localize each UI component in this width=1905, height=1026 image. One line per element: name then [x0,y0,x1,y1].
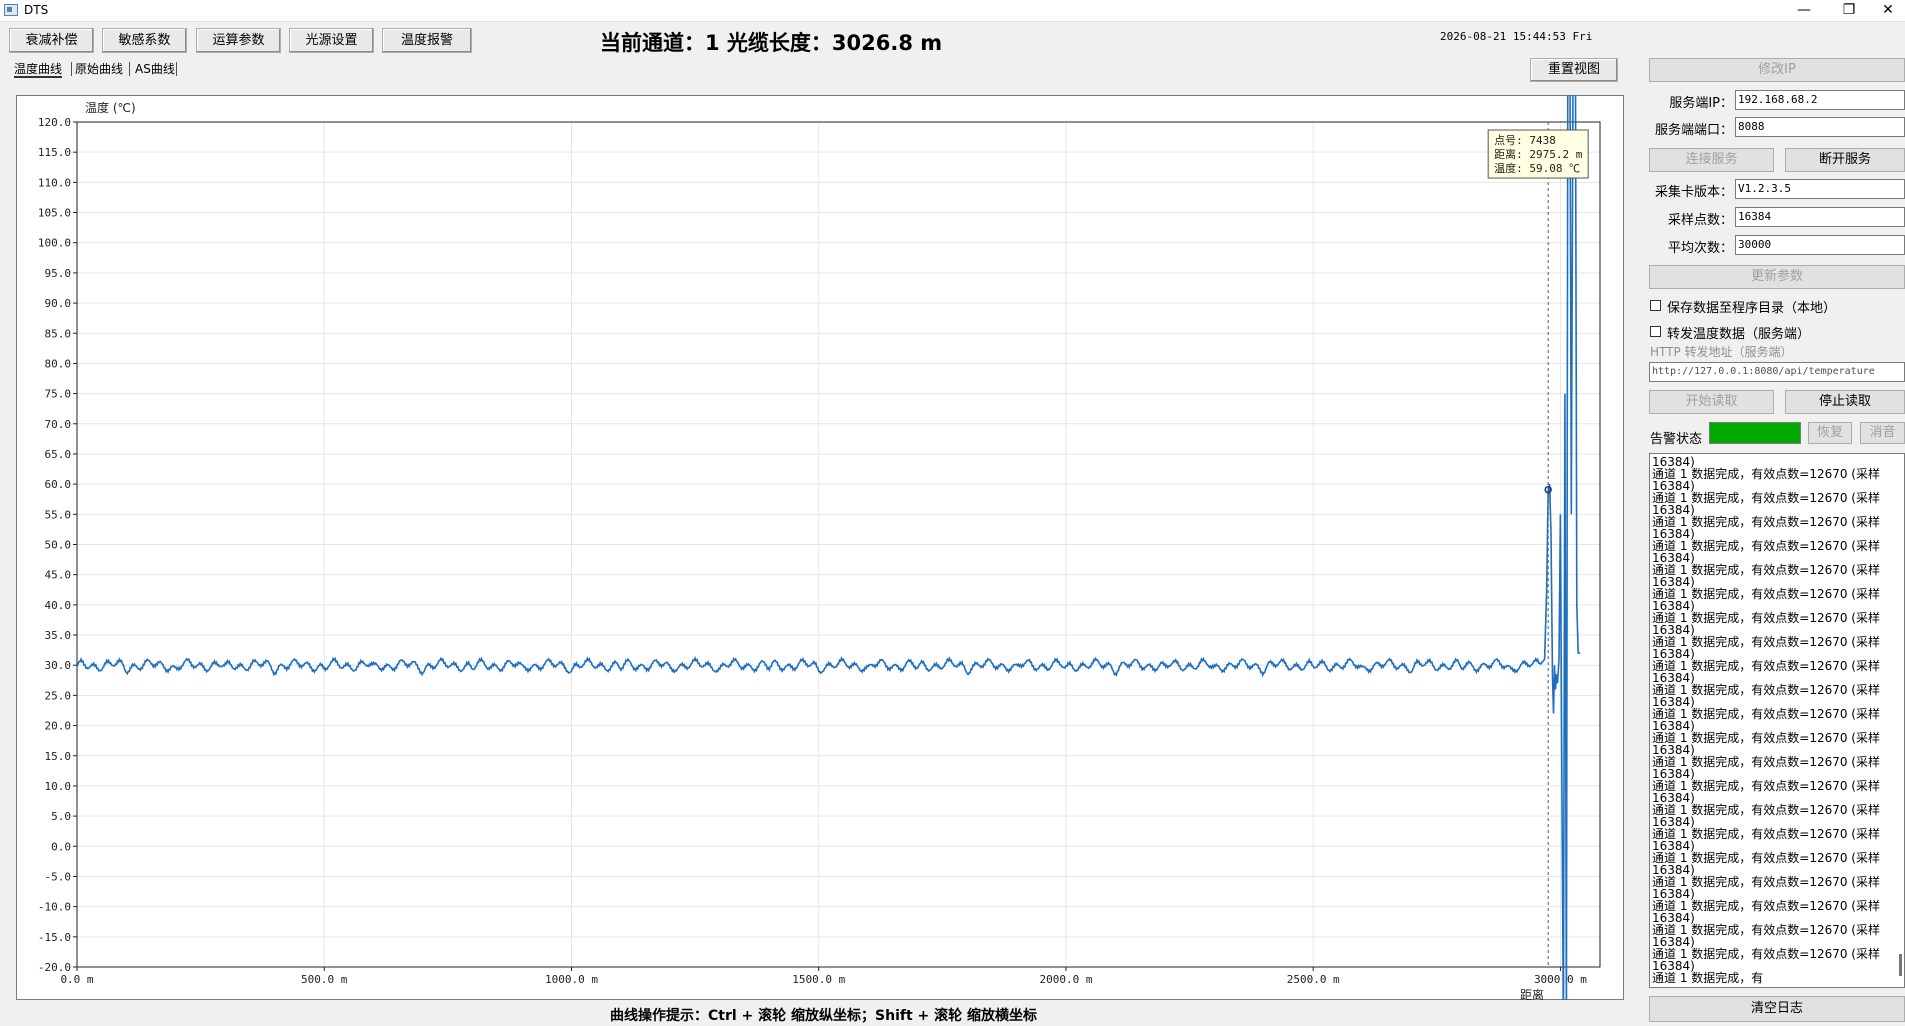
tooltip-line: 温度: 59.08 ℃ [1494,161,1580,175]
tab-raw-curve[interactable]: 原始曲线 [75,60,123,78]
y-tick-label: 85.0 [45,327,72,340]
attenuation-compensation-button[interactable]: 衰减补偿 [9,28,94,53]
tab-separator [129,62,130,76]
server-port-label: 服务端端口： [1654,123,1733,138]
reset-view-button[interactable]: 重置视图 [1530,58,1618,82]
app-icon [4,4,18,16]
y-tick-label: 40.0 [45,599,72,612]
chart-operation-hint: 曲线操作提示：Ctrl + 滚轮 缩放纵坐标；Shift + 滚轮 缩放横坐标 [610,1008,1038,1024]
y-tick-label: 105.0 [38,207,71,220]
y-tick-label: 100.0 [38,237,71,250]
temperature-series-line [77,95,1581,1000]
forward-temp-checkbox[interactable] [1650,326,1661,337]
minimize-button[interactable]: — [1781,0,1827,22]
y-tick-label: 35.0 [45,629,72,642]
http-url-input[interactable]: http://127.0.0.1:8080/api/temperature [1649,362,1905,382]
temperature-chart[interactable]: -20.0-15.0-10.0-5.00.05.010.015.020.025.… [16,95,1624,1000]
y-tick-label: 110.0 [38,176,71,189]
y-tick-label: 60.0 [45,478,72,491]
y-tick-label: 115.0 [38,146,71,159]
average-count-input[interactable]: 30000 [1735,235,1905,255]
y-tick-label: 5.0 [51,810,71,823]
modify-ip-button[interactable]: 修改IP [1649,58,1905,82]
channel-title: 当前通道：1 光缆长度：3026.8 m [600,31,943,55]
tooltip-line: 点号: 7438 [1494,134,1556,147]
save-local-label: 保存数据至程序目录（本地） [1667,301,1837,316]
y-tick-label: 80.0 [45,357,72,370]
mute-button[interactable]: 消音 [1860,422,1905,444]
y-tick-label: -15.0 [38,931,71,944]
y-tick-label: 120.0 [38,116,71,129]
average-count-label: 平均次数： [1667,241,1733,256]
y-tick-label: 0.0 [51,840,71,853]
start-read-button[interactable]: 开始读取 [1649,390,1774,414]
disconnect-service-button[interactable]: 断开服务 [1785,148,1905,172]
y-tick-label: -10.0 [38,901,71,914]
x-tick-label: 1000.0 m [545,973,598,986]
sample-points-label: 采样点数： [1667,213,1733,228]
y-tick-label: 95.0 [45,267,72,280]
log-box[interactable]: 16384) 通道 1 数据完成，有效点数=12670 (采样 16384) 通道 1… [1649,453,1905,988]
alarm-status-indicator [1709,422,1801,444]
tab-temperature-curve[interactable]: 温度曲线 [14,60,63,78]
y-tick-label: 10.0 [45,780,72,793]
close-button[interactable]: ✕ [1865,0,1905,22]
log-line: 通道 1 数据完成，有 [1652,971,1764,985]
server-port-input[interactable]: 8088 [1735,117,1905,137]
window-title: DTS [24,3,49,17]
y-tick-label: 70.0 [45,418,72,431]
y-tick-label: -5.0 [45,870,72,883]
y-tick-label: 50.0 [45,539,72,552]
y-tick-label: 30.0 [45,659,72,672]
update-params-button[interactable]: 更新参数 [1649,265,1905,289]
y-tick-label: 25.0 [45,689,72,702]
y-tick-label: 55.0 [45,508,72,521]
title-bar: DTS — ❐ ✕ [0,0,1905,22]
clear-log-button[interactable]: 清空日志 [1649,996,1905,1022]
x-tick-label: 1500.0 m [792,973,845,986]
server-ip-label: 服务端IP： [1669,96,1733,111]
stop-read-button[interactable]: 停止读取 [1785,390,1905,414]
tab-separator [176,62,177,76]
save-local-checkbox[interactable] [1650,300,1661,311]
y-axis-label: 温度 (℃) [85,100,136,115]
connect-service-button[interactable]: 连接服务 [1649,148,1774,172]
sensitivity-coefficient-button[interactable]: 敏感系数 [102,28,187,53]
y-tick-label: 20.0 [45,720,72,733]
y-tick-label: 75.0 [45,388,72,401]
y-tick-label: 15.0 [45,750,72,763]
x-tick-label: 3000.0 m [1534,973,1587,986]
log-lines: 16384) 通道 1 数据完成，有效点数=12670 (采样 16384) 通道 1… [1652,456,1888,984]
card-version-field: V1.2.3.5 [1735,179,1905,199]
x-tick-label: 0.0 m [60,973,93,986]
calculation-params-button[interactable]: 运算参数 [196,28,281,53]
tooltip-line: 距离: 2975.2 m [1494,147,1583,161]
light-source-settings-button[interactable]: 光源设置 [289,28,374,53]
x-tick-label: 500.0 m [301,973,348,986]
server-ip-input[interactable]: 192.168.68.2 [1735,90,1905,110]
y-tick-label: 90.0 [45,297,72,310]
temperature-alarm-button[interactable]: 温度报警 [382,28,472,53]
y-tick-label: 65.0 [45,448,72,461]
log-scrollbar-thumb[interactable] [1899,954,1902,976]
http-address-label: HTTP 转发地址（服务端） [1650,345,1793,359]
alarm-status-label: 告警状态 [1650,432,1703,447]
datetime: 2026-08-21 15:44:53 Fri [1440,30,1593,43]
forward-temp-label: 转发温度数据（服务端） [1667,327,1811,342]
restore-alarm-button[interactable]: 恢复 [1808,422,1852,444]
sample-points-input[interactable]: 16384 [1735,207,1905,227]
tab-as-curve[interactable]: AS曲线 [135,60,175,78]
card-version-label: 采集卡版本： [1654,185,1733,200]
x-tick-label: 2500.0 m [1287,973,1340,986]
y-tick-label: 45.0 [45,569,72,582]
tab-separator [71,62,72,76]
x-axis-label: 距离 [1520,987,1544,1000]
x-tick-label: 2000.0 m [1039,973,1092,986]
